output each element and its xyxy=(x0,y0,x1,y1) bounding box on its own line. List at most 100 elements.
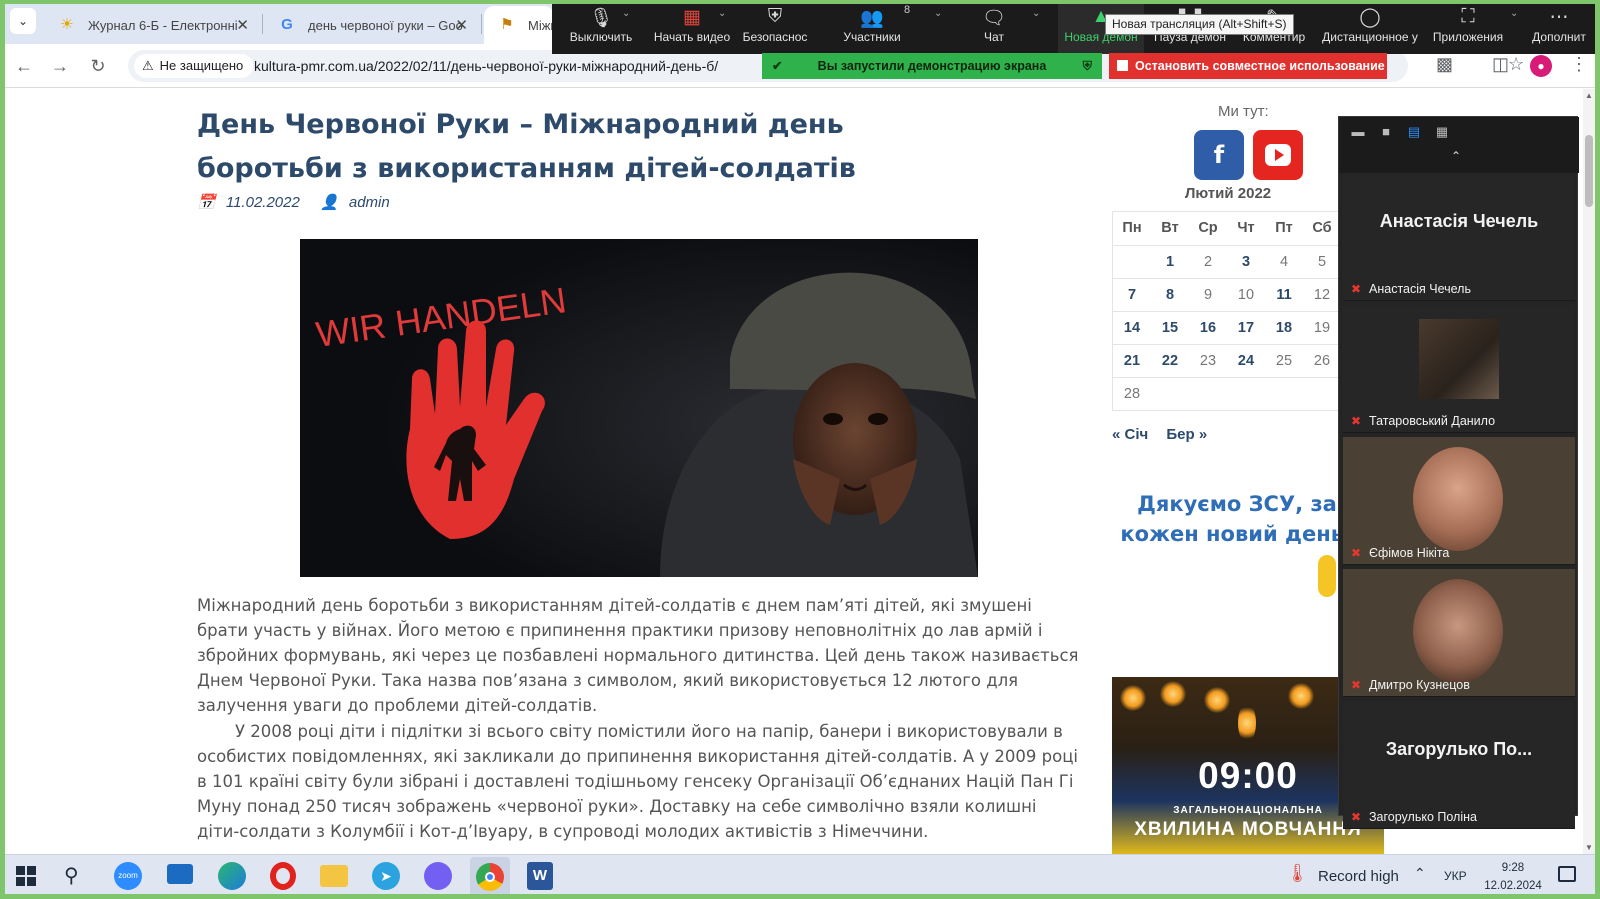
chevron-up-icon[interactable]: ⌃ xyxy=(1451,149,1461,163)
panel-header: ▬ ■ ▤ ▦ ⌃ xyxy=(1339,117,1579,173)
calendar-day[interactable]: 7 xyxy=(1113,279,1151,311)
candle-flame-icon xyxy=(1288,683,1314,709)
participant-name-label: Анастасія Чечель xyxy=(1369,282,1471,296)
stop-share-button[interactable]: Остановить совместное использование xyxy=(1109,53,1387,79)
url-text[interactable]: kultura-pmr.com.ua/2022/02/11/день-черво… xyxy=(254,50,718,82)
calendar-day[interactable]: 18 xyxy=(1265,312,1303,344)
clock[interactable]: 9:28 12.02.2024 xyxy=(1478,859,1548,895)
telegram-icon[interactable]: ➤ xyxy=(372,862,400,890)
calendar-next-link[interactable]: Бер » xyxy=(1166,426,1207,443)
file-explorer-icon[interactable] xyxy=(320,865,348,887)
calendar-day[interactable]: 8 xyxy=(1151,279,1189,311)
calendar-day[interactable]: 1 xyxy=(1151,246,1189,278)
windows-start-icon[interactable] xyxy=(16,866,36,886)
calendar-prev-link[interactable]: « Січ xyxy=(1112,426,1148,443)
article-title[interactable]: День Червоної Руки – Міжнародний день бо… xyxy=(197,103,937,191)
facebook-icon[interactable]: f xyxy=(1194,130,1244,180)
calendar-week: 1234 5 xyxy=(1113,245,1343,278)
close-icon[interactable]: ✕ xyxy=(236,16,249,34)
opera-icon[interactable] xyxy=(270,862,296,890)
browser-tab-journal[interactable]: ☀ Журнал 6-Б - Електронні ✕ xyxy=(44,6,259,44)
reload-icon[interactable]: ↻ xyxy=(86,54,110,78)
remote-control-button[interactable]: ◯ Дистанционное у xyxy=(1318,0,1422,54)
calendar-day[interactable]: 11 xyxy=(1265,279,1303,311)
back-arrow-icon[interactable]: ← xyxy=(12,54,36,78)
forward-arrow-icon[interactable]: → xyxy=(48,54,72,78)
scroll-thumb[interactable] xyxy=(1585,135,1593,207)
browser-tab-search[interactable]: G день червоної руки – Goo ✕ xyxy=(264,6,478,44)
candle-flame-icon xyxy=(1120,685,1146,711)
viber-icon[interactable] xyxy=(424,862,452,890)
side-panel-icon[interactable]: ◫ xyxy=(1492,54,1509,75)
calendar-day[interactable]: 21 xyxy=(1113,345,1151,377)
calendar-day[interactable]: 14 xyxy=(1113,312,1151,344)
security-chip[interactable]: ⚠ Не защищено xyxy=(134,54,254,78)
weather-label[interactable]: Record high xyxy=(1318,868,1399,885)
calendar-empty-cell xyxy=(1265,378,1303,410)
speaker-view-icon[interactable]: ▤ xyxy=(1405,125,1423,139)
zoom-app-icon[interactable]: zoom xyxy=(114,862,142,890)
calendar-day[interactable]: 17 xyxy=(1227,312,1265,344)
edge-icon[interactable] xyxy=(218,862,246,890)
taskbar-active-app[interactable] xyxy=(470,857,510,897)
language-indicator[interactable]: УКР xyxy=(1444,869,1467,883)
calendar-day[interactable]: 16 xyxy=(1189,312,1227,344)
article-author[interactable]: admin xyxy=(349,194,390,211)
hide-video-icon[interactable]: ■ xyxy=(1377,125,1395,139)
extensions-icon[interactable]: ▩ xyxy=(1436,54,1453,75)
calendar-day: 10 xyxy=(1237,287,1255,303)
close-icon[interactable]: ✕ xyxy=(455,16,468,34)
chevron-down-icon[interactable]: ⌄ xyxy=(1510,8,1518,19)
participant-tile[interactable]: Загорулько По... ✖ Загорулько Поліна xyxy=(1343,701,1575,829)
gallery-view-icon[interactable]: ▦ xyxy=(1433,125,1451,139)
kebab-menu-icon[interactable]: ⋮ xyxy=(1570,54,1588,75)
participant-video-feed xyxy=(1413,447,1503,551)
minimize-icon[interactable]: ▬ xyxy=(1349,125,1367,139)
calendar-empty-cell xyxy=(1227,378,1265,410)
security-button[interactable]: ⛨ Безопаснос xyxy=(738,0,812,54)
participant-tile[interactable]: ✖ Єфімов Нікіта xyxy=(1343,437,1575,565)
apps-label: Приложения xyxy=(1432,30,1504,44)
social-heading: Ми тут: xyxy=(1218,103,1269,120)
participant-tile[interactable]: ✖ Дмитро Кузнецов xyxy=(1343,569,1575,697)
share-banner-text: Вы запустили демонстрацию экрана xyxy=(817,59,1047,73)
calendar-day: 19 xyxy=(1313,320,1331,336)
calendar-day: 9 xyxy=(1203,287,1213,303)
more-button[interactable]: ⋯ Дополнит xyxy=(1526,0,1592,54)
participants-button[interactable]: 👥 Участники xyxy=(834,0,910,54)
calendar-day[interactable]: 3 xyxy=(1227,246,1265,278)
calendar-week: 14 15 16 17 18 19 xyxy=(1113,311,1343,344)
chevron-down-icon[interactable]: ⌄ xyxy=(622,8,630,19)
participant-tile[interactable]: ✖ Татаровський Данило xyxy=(1343,305,1575,433)
notifications-icon[interactable] xyxy=(1558,866,1576,882)
youtube-icon[interactable] xyxy=(1253,130,1303,180)
scroll-down-icon[interactable]: ▼ xyxy=(1583,843,1595,852)
participant-name-label: Загорулько Поліна xyxy=(1369,810,1477,824)
calendar-empty-cell xyxy=(1303,378,1341,410)
article-hero-image: WIR HANDELN xyxy=(300,239,978,577)
apps-button[interactable]: ⛶ Приложения xyxy=(1428,0,1508,54)
chat-button[interactable]: 🗨 Чат xyxy=(964,0,1024,54)
bookmark-star-icon[interactable]: ☆ xyxy=(1508,54,1524,75)
chevron-up-icon[interactable]: ⌃ xyxy=(1414,865,1426,882)
chevron-down-icon[interactable]: ⌄ xyxy=(934,8,942,19)
calendar-empty-cell xyxy=(1113,246,1151,278)
word-icon[interactable]: W xyxy=(527,862,553,890)
tab-list-chevron-icon[interactable]: ⌄ xyxy=(10,8,36,34)
participant-tile[interactable]: Анастасія Чечель ✖ Анастасія Чечель xyxy=(1343,173,1575,301)
weekday: Пт xyxy=(1275,220,1293,236)
profile-avatar[interactable]: ● xyxy=(1530,55,1552,77)
tab-title: Журнал 6-Б - Електронні xyxy=(88,18,238,33)
calendar-day[interactable]: 15 xyxy=(1151,312,1189,344)
article-date[interactable]: 11.02.2022 xyxy=(226,194,300,211)
calendar-day[interactable]: 24 xyxy=(1227,345,1265,377)
browser-tab-active[interactable]: ⚑ Міжн xyxy=(484,6,554,44)
page-scrollbar[interactable]: ▲ ▼ xyxy=(1583,89,1595,854)
chevron-down-icon[interactable]: ⌄ xyxy=(1032,8,1040,19)
scroll-up-icon[interactable]: ▲ xyxy=(1583,91,1595,100)
chevron-down-icon[interactable]: ⌄ xyxy=(718,8,726,19)
calendar-day[interactable]: 22 xyxy=(1151,345,1189,377)
security-label: Безопаснос xyxy=(742,30,808,44)
mail-icon[interactable] xyxy=(167,864,193,884)
search-icon[interactable]: ⚲ xyxy=(64,863,79,888)
